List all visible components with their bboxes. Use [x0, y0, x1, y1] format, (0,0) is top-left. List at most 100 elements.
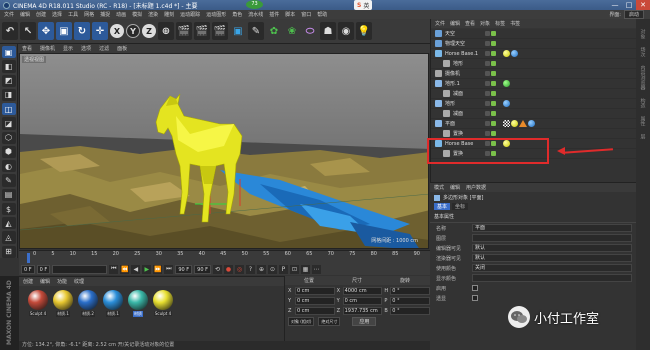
menu-item[interactable]: 流水线	[248, 11, 263, 18]
mode-icon[interactable]: ◩	[1, 74, 16, 87]
object-visibility-flags[interactable]	[485, 71, 496, 76]
visibility-dot-icon[interactable]	[491, 111, 496, 116]
position-key-icon[interactable]: ⊕	[256, 264, 266, 274]
next-frame-icon[interactable]: ⏩	[153, 264, 163, 274]
menu-item[interactable]: 雕刻	[164, 11, 174, 18]
go-to-start-icon[interactable]: ⏮	[109, 264, 119, 274]
rotation-field[interactable]: 0 °	[390, 286, 430, 295]
attribute-checkbox[interactable]	[472, 295, 478, 301]
tag-icon[interactable]	[503, 50, 510, 57]
visibility-dot-icon[interactable]	[491, 81, 496, 86]
material-swatch[interactable]: 材质	[127, 290, 149, 317]
size-mode-dropdown[interactable]: 绝对尺寸	[318, 317, 341, 326]
side-tab[interactable]: 内容浏览器	[640, 65, 647, 90]
material-swatch[interactable]: 材质.2	[77, 290, 99, 317]
visibility-dot-icon[interactable]	[485, 51, 490, 56]
object-visibility-flags[interactable]	[485, 111, 496, 116]
render-picture-queue-icon[interactable]: 🎬	[194, 22, 210, 40]
move-icon[interactable]: ✥	[38, 22, 54, 40]
go-to-end-icon[interactable]: ⏭	[164, 264, 174, 274]
mode-icon[interactable]: $	[1, 202, 16, 216]
visibility-dot-icon[interactable]	[485, 61, 490, 66]
environment-icon[interactable]: ☗	[320, 22, 336, 40]
size-field[interactable]: 0 cm	[342, 296, 383, 305]
menu-item[interactable]: 创建	[36, 11, 46, 18]
object-row[interactable]: 减面	[431, 89, 637, 99]
attribute-value-field[interactable]	[472, 234, 632, 242]
previous-key-icon[interactable]: ⏪	[120, 264, 130, 274]
object-row[interactable]: 地形	[431, 99, 637, 109]
perspective-viewport[interactable]: 透视视图 网格间距 : 1000 cm	[19, 53, 429, 249]
menu-item[interactable]: 插件	[269, 11, 279, 18]
attribute-value-field[interactable]: 平面	[472, 224, 632, 232]
x-axis-button[interactable]: X	[110, 24, 124, 38]
side-tab[interactable]: 场次	[640, 47, 647, 57]
position-field[interactable]: 0 cm	[294, 296, 335, 305]
material-menu-item[interactable]: 功能	[57, 278, 67, 285]
menu-item[interactable]: 编辑	[20, 11, 30, 18]
viewport-menu-item[interactable]: 摄像机	[40, 45, 55, 52]
attribute-value-field[interactable]	[472, 274, 632, 282]
mode-icon[interactable]: ◪	[1, 117, 16, 130]
attribute-value-field[interactable]: 默认	[472, 254, 632, 262]
material-swatch[interactable]: Sculpt 4	[27, 290, 49, 317]
material-menu-item[interactable]: 纹理	[74, 278, 84, 285]
mode-icon[interactable]: ▤	[1, 188, 16, 201]
viewport-menu-item[interactable]: 选项	[81, 45, 91, 52]
object-menu-item[interactable]: 对象	[480, 20, 490, 27]
tag-icon[interactable]	[511, 120, 518, 127]
mode-icon[interactable]: ⬢	[1, 145, 16, 159]
attribute-tab[interactable]: 基本	[434, 203, 451, 210]
minimize-button[interactable]: —	[608, 0, 622, 10]
attribute-menu-item[interactable]: 用户数据	[466, 184, 486, 191]
visibility-dot-icon[interactable]	[491, 41, 496, 46]
cloner-icon[interactable]: ❀	[284, 22, 300, 40]
rotation-key-icon[interactable]: ⊙	[267, 264, 277, 274]
attribute-value-field[interactable]: 关闭	[472, 264, 632, 272]
material-swatch[interactable]: Sculpt 4	[152, 290, 174, 317]
visibility-dot-icon[interactable]	[491, 101, 496, 106]
visibility-dot-icon[interactable]	[491, 71, 496, 76]
visibility-dot-icon[interactable]	[485, 91, 490, 96]
menu-item[interactable]: 渲染	[148, 11, 158, 18]
object-menu-item[interactable]: 标签	[495, 20, 505, 27]
object-menu-item[interactable]: 文件	[435, 20, 445, 27]
object-visibility-flags[interactable]	[485, 91, 496, 96]
visibility-dot-icon[interactable]	[485, 81, 490, 86]
current-frame-field[interactable]: 0 F	[36, 264, 51, 274]
parameter-key-icon[interactable]: P	[278, 264, 288, 274]
menu-item[interactable]: 运动跟踪	[180, 11, 200, 18]
visibility-dot-icon[interactable]	[491, 51, 496, 56]
object-menu-item[interactable]: 编辑	[450, 20, 460, 27]
viewport-menu-item[interactable]: 过滤	[99, 45, 109, 52]
undo-icon[interactable]: ↶	[2, 22, 18, 40]
ime-language-toggle[interactable]: 英	[363, 1, 369, 10]
menu-item[interactable]: 网格	[84, 11, 94, 18]
object-visibility-flags[interactable]	[485, 101, 496, 106]
object-menu-item[interactable]: 查看	[465, 20, 475, 27]
pla-key-icon[interactable]: ⊡	[289, 264, 299, 274]
size-field[interactable]: 1937.735 cm	[342, 306, 383, 315]
select-arrow-icon[interactable]: ↖	[20, 22, 36, 40]
previous-frame-icon[interactable]: ◀	[131, 264, 141, 274]
object-visibility-flags[interactable]	[485, 51, 496, 56]
tag-icon[interactable]	[503, 120, 510, 127]
z-axis-button[interactable]: Z	[142, 24, 156, 38]
menu-item[interactable]: 脚本	[285, 11, 295, 18]
scheme-icon[interactable]: ▦	[300, 264, 310, 274]
mode-icon[interactable]: ◐	[1, 160, 16, 173]
position-field[interactable]: 0 cm	[294, 306, 335, 315]
y-axis-button[interactable]: Y	[126, 24, 140, 38]
live-select-icon[interactable]: ✛	[92, 22, 108, 40]
object-visibility-flags[interactable]	[485, 131, 496, 136]
side-tab[interactable]: 属性	[640, 116, 647, 126]
layout-selector[interactable]: 界面: 启动	[609, 10, 644, 19]
menu-item[interactable]: 文件	[4, 11, 14, 18]
menu-item[interactable]: 捕捉	[100, 11, 110, 18]
light-icon[interactable]: 💡	[356, 22, 372, 40]
camera-icon[interactable]: ◉	[338, 22, 354, 40]
mode-icon[interactable]: ▣	[1, 46, 16, 59]
menu-item[interactable]: 选择	[52, 11, 62, 18]
tag-icon[interactable]	[503, 100, 510, 107]
tag-icon[interactable]	[528, 120, 535, 127]
